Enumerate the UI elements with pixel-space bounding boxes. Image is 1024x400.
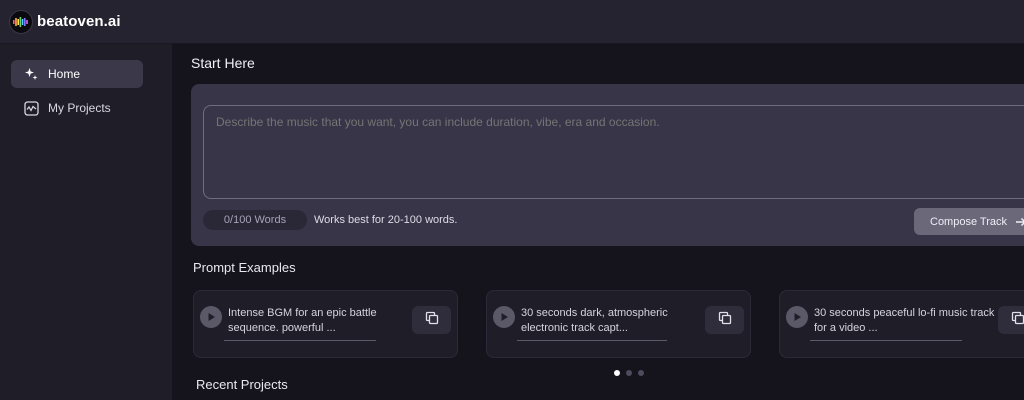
prompt-example-text: 30 seconds peaceful lo-fi music track fo… (814, 307, 995, 334)
compose-track-button[interactable]: Compose Track (914, 208, 1024, 235)
copy-icon (1011, 311, 1024, 330)
prompt-example-card[interactable]: 30 seconds peaceful lo-fi music track fo… (779, 290, 1024, 358)
play-icon[interactable] (200, 306, 222, 328)
prompt-example-text: Intense BGM for an epic battle sequence.… (228, 307, 377, 334)
app-name[interactable]: beatoven.ai (37, 13, 121, 30)
carousel-dots (614, 370, 644, 376)
sidebar-item-label: My Projects (48, 101, 111, 115)
copy-button[interactable] (412, 306, 451, 334)
carousel-dot-3[interactable] (638, 370, 644, 376)
section-title-examples: Prompt Examples (193, 260, 296, 275)
carousel-dot-2[interactable] (626, 370, 632, 376)
top-bar: beatoven.ai (0, 0, 1024, 44)
waveform-icon (23, 100, 39, 116)
carousel-dot-1[interactable] (614, 370, 620, 376)
divider (810, 340, 962, 341)
prompt-input[interactable] (203, 105, 1024, 199)
compose-track-label: Compose Track (930, 215, 1008, 228)
sidebar: Home My Projects (0, 44, 172, 400)
main-content: Start Here 0/100 Words Works best for 20… (172, 44, 1024, 400)
copy-button[interactable] (705, 306, 744, 334)
copy-icon (718, 311, 732, 330)
sidebar-item-home[interactable]: Home (11, 60, 143, 88)
section-title-start: Start Here (191, 55, 255, 71)
arrow-right-icon (1015, 216, 1024, 228)
play-icon[interactable] (493, 306, 515, 328)
logo-icon[interactable] (9, 9, 33, 34)
prompt-example-card[interactable]: Intense BGM for an epic battle sequence.… (193, 290, 458, 358)
sidebar-item-label: Home (48, 67, 81, 81)
divider (224, 340, 376, 341)
prompt-example-card[interactable]: 30 seconds dark, atmospheric electronic … (486, 290, 751, 358)
word-hint: Works best for 20-100 words. (314, 214, 458, 226)
prompt-card: 0/100 Words Works best for 20-100 words.… (191, 84, 1024, 246)
section-title-recent: Recent Projects (196, 377, 288, 392)
divider (517, 340, 667, 341)
prompt-example-text: 30 seconds dark, atmospheric electronic … (521, 307, 668, 334)
sparkle-icon (23, 66, 39, 82)
word-count-badge: 0/100 Words (203, 210, 307, 230)
sidebar-item-my-projects[interactable]: My Projects (11, 94, 143, 122)
play-icon[interactable] (786, 306, 808, 328)
copy-icon (425, 311, 439, 330)
copy-button[interactable] (998, 306, 1024, 334)
